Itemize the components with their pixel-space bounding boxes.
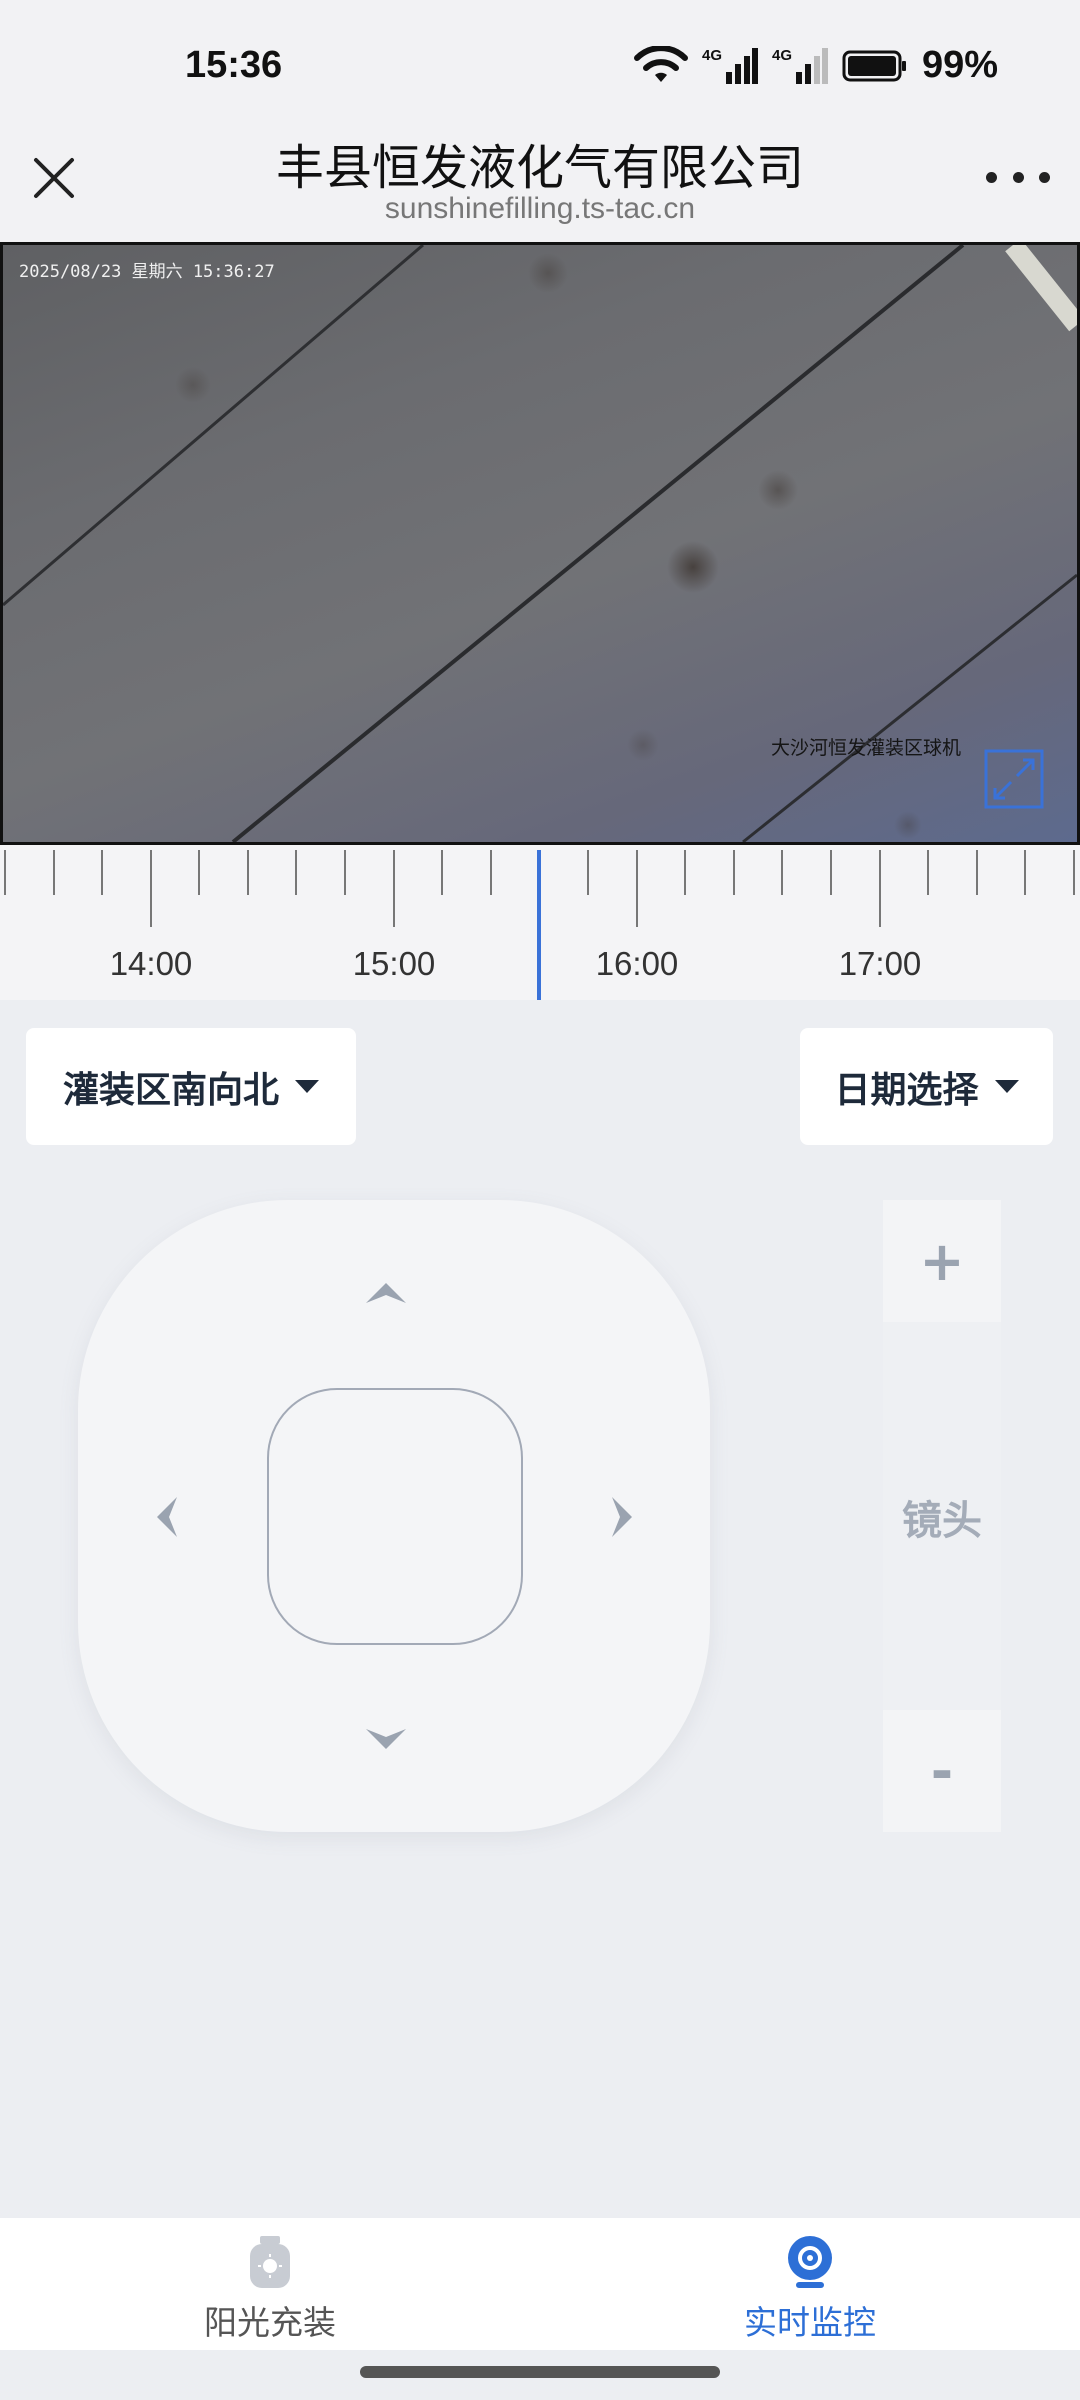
page-url: sunshinefilling.ts-tac.cn xyxy=(384,192,696,225)
signal-icon-1: 4G xyxy=(702,47,758,84)
nav-item-live-monitoring[interactable]: 实时监控 xyxy=(540,2218,1080,2350)
lens-zoom-control: + 镜头 - xyxy=(883,1200,1001,1832)
svg-text:4G: 4G xyxy=(702,47,722,64)
battery-icon xyxy=(842,50,906,81)
date-select-label: 日期选择 xyxy=(834,1069,979,1111)
date-select[interactable]: 日期选择 xyxy=(800,1028,1053,1145)
pan-up-button[interactable] xyxy=(356,1262,416,1322)
page-title: 丰县恒发液化气有限公司 xyxy=(275,140,804,196)
camera-area-label: 灌装区南向北 xyxy=(62,1069,279,1111)
ptz-direction-pad xyxy=(78,1200,710,1832)
timeline-label: 16:00 xyxy=(595,945,679,982)
pan-right-button[interactable] xyxy=(593,1487,653,1547)
page-header: 丰县恒发液化气有限公司 sunshinefilling.ts-tac.cn xyxy=(0,100,1080,242)
dot-icon xyxy=(986,171,997,183)
camera-area-select[interactable]: 灌装区南向北 xyxy=(26,1028,356,1145)
gas-cylinder-icon xyxy=(250,2236,290,2288)
zoom-out-button[interactable]: - xyxy=(883,1710,1001,1832)
caret-down-icon xyxy=(295,1080,319,1093)
nav-label: 实时监控 xyxy=(744,2303,876,2342)
timeline-label: 17:00 xyxy=(838,945,922,982)
dot-icon xyxy=(1012,171,1024,183)
ptz-center-button[interactable] xyxy=(267,1388,523,1645)
pan-left-button[interactable] xyxy=(136,1487,196,1547)
caret-down-icon xyxy=(994,1080,1019,1093)
nav-item-sunshine-filling[interactable]: 阳光充装 xyxy=(0,2218,540,2350)
status-indicators: 4G 4G 99% xyxy=(633,44,998,87)
wifi-icon xyxy=(633,45,688,82)
timeline-label: 14:00 xyxy=(109,945,193,982)
video-timestamp: 2025/08/23 星期六 15:36:27 xyxy=(19,262,275,282)
chevron-up-icon xyxy=(366,1283,406,1303)
more-options-button[interactable] xyxy=(986,162,1050,192)
chevron-right-icon xyxy=(612,1497,632,1537)
pan-down-button[interactable] xyxy=(356,1710,416,1770)
live-video-player[interactable]: 2025/08/23 星期六 15:36:27 大沙河恒发灌装区球机 xyxy=(0,242,1080,845)
lens-label: 镜头 xyxy=(902,1498,982,1544)
battery-percent: 99% xyxy=(921,44,998,86)
nav-label: 阳光充装 xyxy=(204,2303,336,2342)
status-time: 15:36 xyxy=(185,44,283,86)
signal-icon-2: 4G xyxy=(772,47,828,84)
playback-timeline[interactable]: 14:00 15:00 16:00 17:00 xyxy=(0,845,1080,1000)
camera-name-overlay: 大沙河恒发灌装区球机 xyxy=(770,737,961,759)
timeline-cursor[interactable] xyxy=(537,850,541,1000)
chevron-down-icon xyxy=(366,1729,406,1749)
svg-text:4G: 4G xyxy=(772,47,792,64)
chevron-left-icon xyxy=(157,1497,177,1537)
fullscreen-icon[interactable] xyxy=(983,748,1045,810)
bottom-nav: 阳光充装 实时监控 xyxy=(0,2218,1080,2350)
dot-icon xyxy=(1039,171,1050,183)
timeline-label: 15:00 xyxy=(352,945,436,982)
zoom-in-button[interactable]: + xyxy=(883,1200,1001,1322)
gesture-bar[interactable] xyxy=(360,2366,720,2378)
camera-icon xyxy=(788,2236,832,2288)
